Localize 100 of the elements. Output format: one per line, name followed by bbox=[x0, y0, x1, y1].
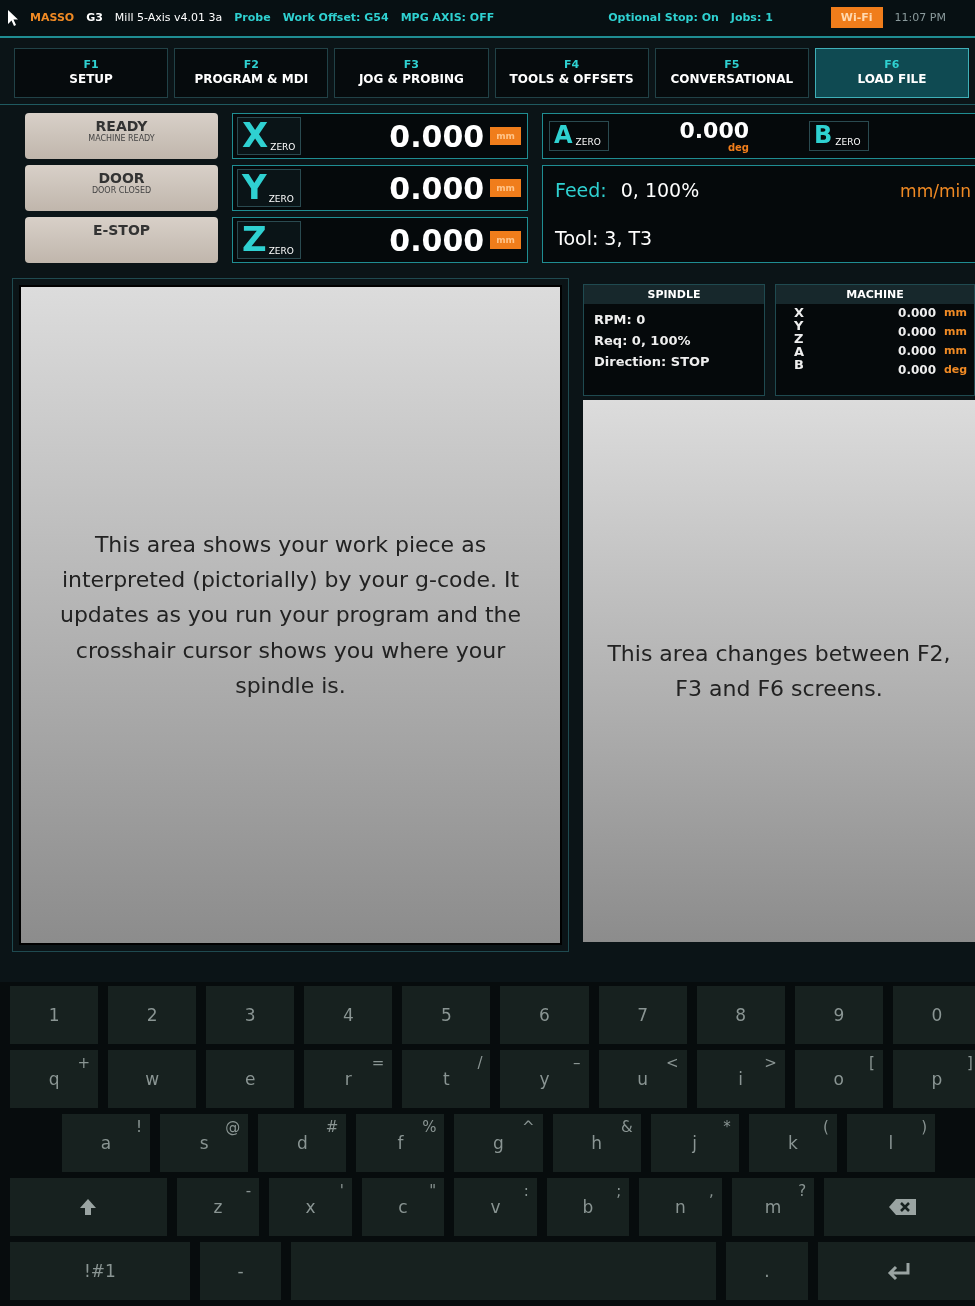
backspace-icon bbox=[887, 1197, 918, 1217]
keyboard-key[interactable]: z - bbox=[176, 1178, 260, 1236]
keyboard-key[interactable]: m ? bbox=[731, 1178, 815, 1236]
tab[interactable]: F5 CONVERSATIONAL bbox=[654, 47, 809, 99]
keyboard-key[interactable]: i > bbox=[696, 1050, 785, 1108]
shift-key[interactable] bbox=[10, 1178, 167, 1236]
unit-label: mm bbox=[944, 325, 968, 341]
axis-letter: Y bbox=[242, 170, 267, 205]
machine-value: 0.000 bbox=[898, 363, 936, 380]
tab-label: CONVERSATIONAL bbox=[670, 72, 794, 88]
keyboard-key[interactable]: x ' bbox=[269, 1178, 352, 1236]
alt-character: % bbox=[422, 1118, 437, 1136]
keyboard-key[interactable]: s @ bbox=[160, 1114, 249, 1172]
tab-key: F6 bbox=[884, 58, 900, 73]
keyboard-key[interactable]: e bbox=[206, 1050, 295, 1108]
keyboard-key[interactable]: u < bbox=[598, 1050, 687, 1108]
status-text: Probe bbox=[234, 11, 271, 25]
machine-label: Mill 5-Axis v4.01 3a bbox=[114, 11, 223, 25]
unit-label: mm bbox=[944, 344, 968, 360]
state-title: E-STOP bbox=[92, 223, 151, 239]
zero-label: ZERO bbox=[268, 193, 294, 205]
zero-label: ZERO bbox=[575, 136, 601, 148]
zero-button[interactable]: X ZERO bbox=[237, 117, 301, 156]
axis-letter: A bbox=[794, 345, 805, 359]
zero-button[interactable]: Y ZERO bbox=[237, 169, 301, 208]
keyboard-key[interactable]: - bbox=[199, 1242, 282, 1300]
zero-button[interactable]: A ZERO bbox=[549, 121, 609, 152]
keyboard-key[interactable]: g ^ bbox=[454, 1114, 543, 1172]
state-subtitle: MACHINE READY bbox=[88, 134, 155, 144]
keyboard-key[interactable]: 4 bbox=[304, 986, 393, 1044]
axis-letter: X bbox=[794, 306, 805, 320]
tab[interactable]: F6 LOAD FILE bbox=[814, 47, 970, 99]
feed-value: 0, 100% bbox=[620, 179, 700, 202]
keyboard-key[interactable]: 7 bbox=[598, 986, 687, 1044]
keyboard-key[interactable]: l ) bbox=[846, 1114, 935, 1172]
alt-character: ; bbox=[616, 1182, 622, 1200]
feed-unit: mm/min bbox=[900, 181, 971, 202]
zero-label: ZERO bbox=[835, 136, 861, 148]
tab-label: SETUP bbox=[69, 72, 113, 88]
zero-label: ZERO bbox=[268, 245, 294, 257]
status-text: Optional Stop: On bbox=[608, 11, 719, 25]
feed-label: Feed: bbox=[555, 179, 607, 202]
work-view-text: This area shows your work piece as interpreted (pictorially) by your g-code. It updates as you run your program and the crosshair cursor shows you where your spindle is. bbox=[58, 531, 523, 700]
zero-button[interactable]: B ZERO bbox=[809, 121, 869, 152]
keyboard-key[interactable]: c " bbox=[361, 1178, 445, 1236]
keyboard-key[interactable]: f % bbox=[356, 1114, 445, 1172]
keyboard-key[interactable]: h & bbox=[552, 1114, 641, 1172]
axis-value: 0.000 bbox=[679, 119, 749, 142]
keyboard-key[interactable]: 5 bbox=[402, 986, 491, 1044]
tab-key: F2 bbox=[243, 58, 259, 73]
alt-character: & bbox=[620, 1118, 633, 1136]
keyboard-key[interactable]: r = bbox=[304, 1050, 393, 1108]
wifi-badge: Wi-Fi bbox=[830, 7, 883, 29]
zero-button[interactable]: Z ZERO bbox=[237, 221, 301, 260]
keyboard-key[interactable]: . bbox=[726, 1242, 808, 1300]
keyboard-key[interactable]: n , bbox=[639, 1178, 722, 1236]
alt-character: ) bbox=[921, 1118, 927, 1136]
keyboard-key[interactable]: 9 bbox=[794, 986, 883, 1044]
axis-letter: Z bbox=[242, 222, 267, 257]
alt-character: + bbox=[77, 1054, 91, 1072]
keyboard-key[interactable]: v : bbox=[454, 1178, 537, 1236]
tab-label: TOOLS & OFFSETS bbox=[509, 72, 634, 88]
keyboard-key[interactable]: d # bbox=[258, 1114, 347, 1172]
machine-label: G3 bbox=[86, 11, 103, 25]
keyboard-key[interactable]: 0 bbox=[892, 986, 975, 1044]
keyboard-key[interactable]: q + bbox=[10, 1050, 99, 1108]
panel-title: SPINDLE bbox=[584, 285, 764, 305]
state-button[interactable]: READY MACHINE READY bbox=[25, 113, 218, 160]
state-button[interactable]: DOOR DOOR CLOSED bbox=[25, 165, 218, 212]
keyboard-key[interactable]: o [ bbox=[794, 1050, 883, 1108]
unit-label: mm bbox=[944, 306, 968, 322]
tab[interactable]: F1 SETUP bbox=[14, 47, 169, 99]
keyboard-key[interactable]: j * bbox=[650, 1114, 739, 1172]
keyboard-key[interactable]: a ! bbox=[62, 1114, 151, 1172]
enter-key[interactable] bbox=[817, 1242, 975, 1300]
keyboard-key[interactable]: 8 bbox=[696, 986, 785, 1044]
keyboard-key[interactable]: !#1 bbox=[10, 1242, 190, 1300]
keyboard-key[interactable]: t / bbox=[402, 1050, 491, 1108]
keyboard-key[interactable]: 6 bbox=[500, 986, 589, 1044]
backspace-key[interactable] bbox=[824, 1178, 975, 1236]
keyboard-key[interactable]: 2 bbox=[108, 986, 197, 1044]
keyboard-key[interactable]: w bbox=[108, 1050, 197, 1108]
keyboard-key[interactable]: p ] bbox=[892, 1050, 975, 1108]
axis-letter: B bbox=[814, 123, 833, 148]
alt-character: ( bbox=[823, 1118, 829, 1136]
keyboard-key[interactable]: b ; bbox=[546, 1178, 630, 1236]
tab[interactable]: F2 PROGRAM & MDI bbox=[174, 47, 329, 99]
alt-character: > bbox=[764, 1054, 777, 1072]
tab[interactable]: F3 JOG & PROBING bbox=[334, 47, 489, 99]
state-title: READY bbox=[95, 119, 148, 135]
tab[interactable]: F4 TOOLS & OFFSETS bbox=[494, 47, 649, 99]
keyboard-key[interactable]: 1 bbox=[10, 986, 99, 1044]
tab-label: PROGRAM & MDI bbox=[194, 72, 309, 88]
tab-key: F5 bbox=[724, 58, 740, 73]
keyboard-key[interactable]: k ( bbox=[748, 1114, 837, 1172]
tab-key: F3 bbox=[403, 58, 419, 73]
state-button[interactable]: E-STOP bbox=[25, 217, 218, 264]
keyboard-key[interactable]: 3 bbox=[206, 986, 295, 1044]
keyboard-key[interactable]: y – bbox=[500, 1050, 589, 1108]
alt-character: # bbox=[325, 1118, 339, 1136]
